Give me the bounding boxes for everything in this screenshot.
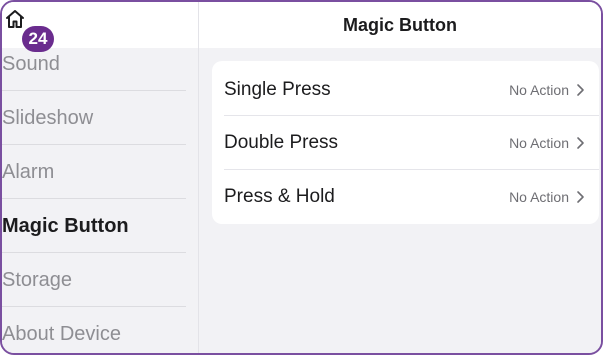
sidebar-item-storage[interactable]: Storage xyxy=(2,253,186,307)
setting-value: No Action xyxy=(509,135,569,151)
setting-row-double-press[interactable]: Double Press No Action xyxy=(212,116,599,170)
setting-label: Press & Hold xyxy=(224,186,335,207)
sidebar-item-label: Storage xyxy=(2,268,73,291)
notification-badge: 24 xyxy=(22,26,54,52)
setting-row-press-and-hold[interactable]: Press & Hold No Action xyxy=(212,170,599,224)
sidebar-item-label: Alarm xyxy=(2,160,55,183)
setting-value: No Action xyxy=(509,189,569,205)
setting-label: Double Press xyxy=(224,132,339,153)
sidebar-item-slideshow[interactable]: Slideshow xyxy=(2,91,186,145)
sidebar-item-label: Slideshow xyxy=(2,106,94,129)
sidebar-item-label: About Device xyxy=(2,322,121,345)
setting-value: No Action xyxy=(509,82,569,98)
chevron-right-icon xyxy=(577,84,584,96)
settings-card: Single Press No Action Double Press No A… xyxy=(212,61,599,224)
sidebar-item-alarm[interactable]: Alarm xyxy=(2,145,186,199)
sidebar: 24 Sound Slideshow Alarm Magic Button St… xyxy=(2,2,199,353)
sidebar-item-label: Magic Button xyxy=(2,214,129,237)
chevron-right-icon xyxy=(577,137,584,149)
setting-row-single-press[interactable]: Single Press No Action xyxy=(212,63,599,117)
chevron-right-icon xyxy=(577,191,584,203)
home-icon[interactable] xyxy=(4,8,26,30)
sidebar-item-label: Sound xyxy=(2,52,60,75)
sidebar-item-magic-button[interactable]: Magic Button xyxy=(2,199,186,253)
page-title: Magic Button xyxy=(199,2,601,48)
main-panel: Magic Button Single Press No Action Doub… xyxy=(199,2,601,353)
sidebar-item-about-device[interactable]: About Device xyxy=(2,307,186,353)
setting-label: Single Press xyxy=(224,79,331,100)
app-window: 24 Sound Slideshow Alarm Magic Button St… xyxy=(0,0,603,355)
